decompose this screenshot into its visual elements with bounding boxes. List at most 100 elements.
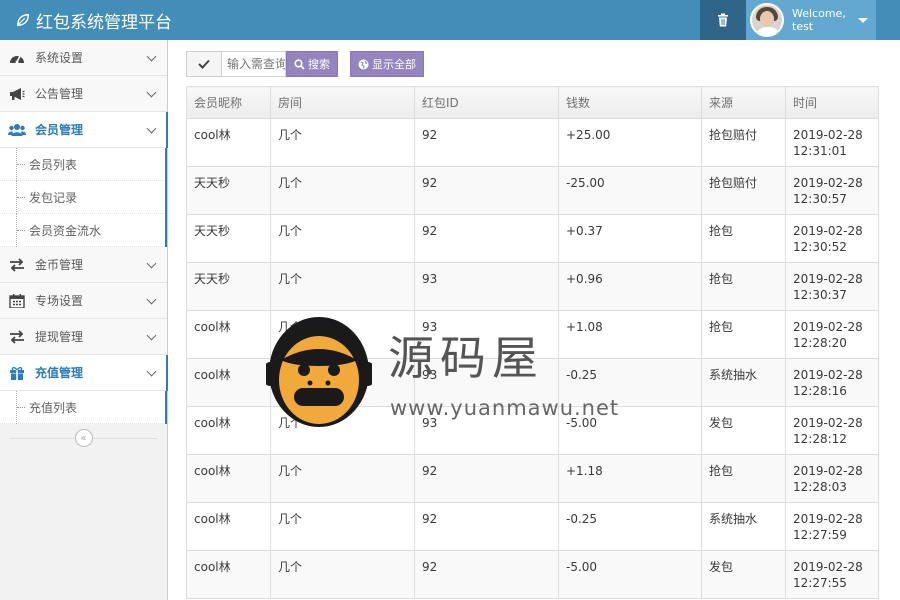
sidebar-item-label: 提现管理 [35, 330, 84, 344]
sidebar-item-recharge[interactable]: 充值管理 [0, 355, 168, 391]
check-icon [198, 59, 210, 69]
sidebar-item-members[interactable]: 会员管理 [0, 112, 168, 148]
table-row: cool林 几个 93 +1.08 抢包 2019-02-28 12:28:20 [186, 310, 879, 359]
user-menu[interactable]: Welcome, test [746, 0, 876, 40]
avatar [750, 3, 784, 37]
sidebar-subitem-member-fund-flow[interactable]: 会员资金流水 [0, 214, 165, 247]
packet-id-cell: 93 [414, 406, 559, 455]
room-cell: 几个 [270, 358, 415, 407]
time-text: 2019-02-28 12:27:59 [793, 512, 863, 542]
time-cell: 2019-02-28 12:28:03 [785, 454, 879, 503]
sidebar-item-label: 会员管理 [35, 123, 84, 137]
amount-cell: -5.00 [558, 550, 702, 599]
table-row: 天天秒 几个 92 -25.00 抢包赔付 2019-02-28 12:30:5… [186, 166, 879, 215]
amount-cell: -0.25 [558, 358, 702, 407]
room-cell: 几个 [270, 166, 415, 215]
source-cell: 抢包赔付 [701, 118, 786, 167]
source-cell: 抢包 [701, 454, 786, 503]
time-text: 2019-02-28 12:27:55 [793, 560, 863, 590]
sidebar-item-label: 公告管理 [35, 87, 84, 101]
nickname-cell: cool林 [186, 358, 271, 407]
chevron-down-icon [146, 294, 157, 305]
top-navbar: 红包系统管理平台 Welcome, test [0, 0, 900, 40]
nickname-cell: 天天秒 [186, 214, 271, 263]
time-text: 2019-02-28 12:30:52 [793, 224, 863, 254]
amount-cell: +1.08 [558, 310, 702, 359]
time-cell: 2019-02-28 12:27:59 [785, 502, 879, 551]
sidebar-subitem-label: 会员列表 [29, 157, 78, 172]
room-cell: 几个 [270, 310, 415, 359]
sidebar-item-coins[interactable]: 金币管理 [0, 247, 167, 283]
time-text: 2019-02-28 12:30:37 [793, 272, 863, 302]
column-header[interactable]: 时间 [785, 86, 879, 119]
search-input[interactable] [222, 51, 286, 77]
table-row: cool林 几个 92 +1.18 抢包 2019-02-28 12:28:03 [186, 454, 879, 503]
search-button[interactable]: 搜索 [286, 51, 338, 77]
packet-id-cell: 93 [414, 262, 559, 311]
table-row: cool林 几个 93 -0.25 系统抽水 2019-02-28 12:28:… [186, 358, 879, 407]
chevron-down-icon [146, 258, 157, 269]
time-cell: 2019-02-28 12:27:55 [785, 550, 879, 599]
chevron-down-icon [146, 123, 157, 134]
app-brand[interactable]: 红包系统管理平台 [16, 0, 172, 40]
source-cell: 抢包赔付 [701, 166, 786, 215]
column-header[interactable]: 钱数 [558, 86, 702, 119]
time-text: 2019-02-28 12:28:20 [793, 320, 863, 350]
amount-cell: +0.96 [558, 262, 702, 311]
show-all-button[interactable]: 显示全部 [350, 51, 424, 77]
sidebar-item-label: 系统设置 [35, 51, 84, 65]
column-header[interactable]: 红包ID [414, 86, 559, 119]
packet-id-cell: 92 [414, 550, 559, 599]
sidebar-subitem-label: 会员资金流水 [29, 223, 102, 238]
time-cell: 2019-02-28 12:30:37 [785, 262, 879, 311]
fund-flow-table: 会员昵称 房间 红包ID 钱数 来源 时间 cool林 几个 92 +25.00… [186, 86, 879, 599]
exchange-icon [8, 329, 26, 344]
time-cell: 2019-02-28 12:31:01 [785, 118, 879, 167]
dashboard-icon [8, 51, 26, 65]
nickname-cell: 天天秒 [186, 166, 271, 215]
room-cell: 几个 [270, 406, 415, 455]
table-row: cool林 几个 92 +25.00 抢包赔付 2019-02-28 12:31… [186, 118, 879, 167]
sidebar-item-withdrawals[interactable]: 提现管理 [0, 319, 167, 355]
packet-id-cell: 92 [414, 166, 559, 215]
packet-id-cell: 92 [414, 502, 559, 551]
trash-button[interactable] [700, 0, 746, 40]
time-text: 2019-02-28 12:28:03 [793, 464, 863, 494]
select-all-checkbox[interactable] [186, 51, 222, 77]
sidebar-item-announcements[interactable]: 公告管理 [0, 76, 167, 112]
sidebar-subitem-packet-records[interactable]: 发包记录 [0, 181, 165, 214]
column-header[interactable]: 来源 [701, 86, 786, 119]
app-title: 红包系统管理平台 [36, 12, 172, 33]
username-text: test [792, 20, 814, 33]
nickname-cell: cool林 [186, 406, 271, 455]
amount-cell: -0.25 [558, 502, 702, 551]
room-cell: 几个 [270, 454, 415, 503]
collapse-sidebar-button[interactable]: « [74, 429, 93, 447]
sidebar-item-label: 充值管理 [35, 366, 84, 380]
amount-cell: -5.00 [558, 406, 702, 455]
nickname-cell: cool林 [186, 454, 271, 503]
column-header[interactable]: 房间 [270, 86, 415, 119]
column-header[interactable]: 会员昵称 [186, 86, 271, 119]
sidebar-item-system-settings[interactable]: 系统设置 [0, 40, 167, 76]
search-button-label: 搜索 [308, 58, 330, 71]
time-text: 2019-02-28 12:31:01 [793, 128, 863, 158]
sidebar-subitem-label: 充值列表 [29, 400, 78, 415]
show-all-button-label: 显示全部 [372, 58, 416, 71]
sidebar-item-special-rooms[interactable]: 专场设置 [0, 283, 167, 319]
packet-id-cell: 92 [414, 214, 559, 263]
table-row: cool林 几个 93 -5.00 发包 2019-02-28 12:28:12 [186, 406, 879, 455]
sidebar-item-label: 金币管理 [35, 258, 84, 272]
chevron-down-icon [146, 51, 157, 62]
table-row: cool林 几个 92 -0.25 系统抽水 2019-02-28 12:27:… [186, 502, 879, 551]
source-cell: 发包 [701, 550, 786, 599]
sidebar-subitem-recharge-list[interactable]: 充值列表 [0, 391, 165, 424]
megaphone-icon [8, 87, 26, 101]
sidebar-subitem-member-list[interactable]: 会员列表 [0, 148, 165, 181]
time-cell: 2019-02-28 12:28:12 [785, 406, 879, 455]
nickname-cell: cool林 [186, 550, 271, 599]
table-row: 天天秒 几个 93 +0.96 抢包 2019-02-28 12:30:37 [186, 262, 879, 311]
amount-cell: +1.18 [558, 454, 702, 503]
sidebar-collapse-bar: « [0, 424, 167, 452]
gift-icon [8, 366, 26, 380]
